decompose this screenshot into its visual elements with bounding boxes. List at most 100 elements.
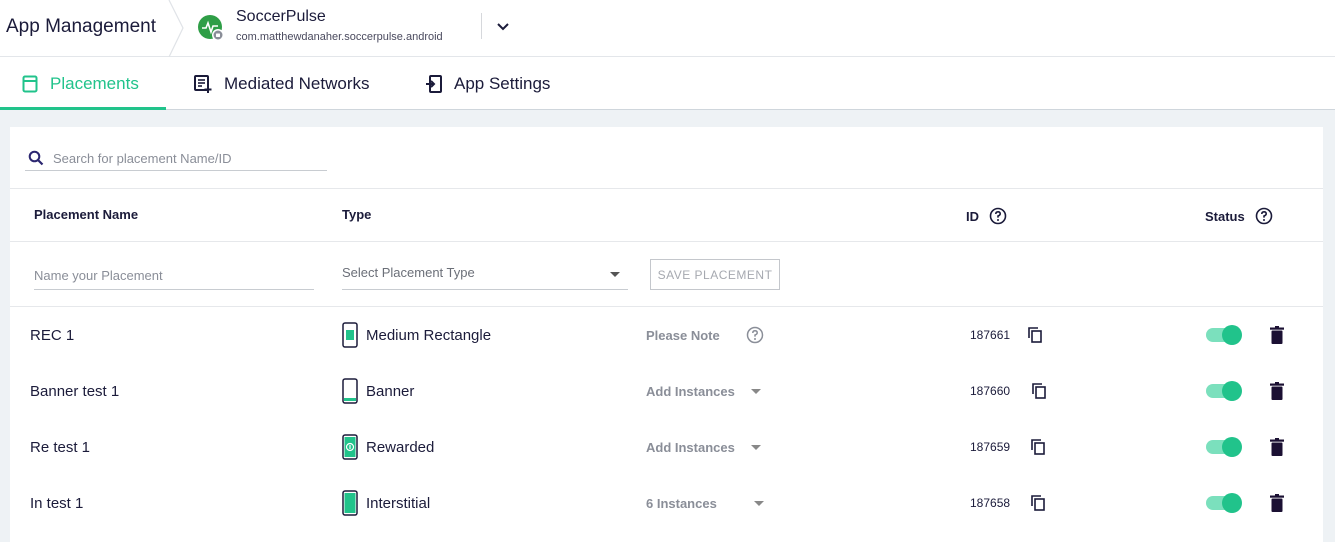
interstitial-icon	[342, 490, 358, 516]
placement-name[interactable]: Banner test 1	[30, 363, 119, 419]
rewarded-icon	[342, 434, 358, 460]
instances-note-label: Please Note	[646, 327, 720, 343]
tab-placements[interactable]: Placements	[22, 57, 139, 110]
trash-icon	[1270, 494, 1284, 512]
app-name: SoccerPulse	[236, 8, 326, 25]
breadcrumb-separator-icon	[168, 0, 184, 57]
tab-label: App Settings	[454, 73, 551, 93]
trash-icon	[1270, 382, 1284, 400]
medium-rectangle-icon	[342, 322, 358, 348]
toggle-knob	[1222, 493, 1242, 513]
help-icon[interactable]	[989, 207, 1007, 225]
copy-icon	[1031, 439, 1045, 455]
placement-type: Rewarded	[342, 419, 434, 475]
column-header-status-label: Status	[1205, 208, 1245, 224]
toggle-track	[1206, 325, 1242, 345]
top-bar: App Management SoccerPulse com.matthewda…	[0, 0, 1335, 57]
status-toggle[interactable]	[1206, 363, 1242, 419]
divider	[10, 241, 1323, 242]
delete-icon[interactable]	[1270, 307, 1284, 363]
placement-type-label: Banner	[366, 382, 415, 400]
active-tab-indicator	[0, 107, 166, 110]
column-header-id[interactable]: ID	[966, 207, 1007, 225]
dropdown-caret-icon	[750, 388, 761, 394]
placement-id: 187659	[970, 440, 1011, 454]
tab-label: Mediated Networks	[224, 73, 370, 93]
placement-id: 187658	[970, 496, 1011, 510]
placements-icon	[22, 75, 38, 92]
save-placement-button[interactable]: SAVE PLACEMENT	[650, 259, 780, 290]
toggle-knob	[1222, 381, 1242, 401]
tab-app-settings[interactable]: App Settings	[426, 57, 550, 110]
delete-icon[interactable]	[1270, 363, 1284, 419]
copy-icon	[1031, 495, 1045, 511]
copy-id-icon[interactable]	[1028, 307, 1042, 363]
divider	[10, 188, 1323, 189]
placement-name[interactable]: Re test 1	[30, 419, 90, 475]
placement-type-label: Medium Rectangle	[366, 326, 492, 344]
help-icon[interactable]	[1255, 207, 1273, 225]
tab-label: Placements	[50, 73, 139, 93]
status-toggle[interactable]	[1206, 307, 1242, 363]
banner-icon	[342, 378, 358, 404]
delete-icon[interactable]	[1270, 475, 1284, 531]
toggle-track	[1206, 493, 1242, 513]
placement-name[interactable]: REC 1	[30, 307, 74, 363]
placement-id: 187661	[970, 328, 1011, 342]
new-placement-name-field	[34, 262, 314, 290]
instances-dropdown[interactable]: Add Instances	[646, 419, 761, 475]
column-header-type[interactable]: Type	[342, 207, 371, 222]
placement-type: Medium Rectangle	[342, 307, 491, 363]
app-settings-icon	[426, 74, 442, 93]
status-toggle[interactable]	[1206, 419, 1242, 475]
copy-id-icon[interactable]	[1031, 419, 1045, 475]
search-box	[25, 145, 327, 171]
dropdown-caret-icon	[750, 444, 761, 450]
toggle-knob	[1222, 325, 1242, 345]
toggle-track	[1206, 437, 1242, 457]
search-input[interactable]	[53, 147, 323, 169]
placement-type: Interstitial	[342, 475, 430, 531]
status-toggle[interactable]	[1206, 475, 1242, 531]
help-icon[interactable]	[746, 326, 764, 344]
table-row: In test 1 Interstitial 6 Instances 18765…	[10, 475, 1323, 531]
instances-dropdown-label: 6 Instances	[646, 495, 717, 511]
instances-dropdown-label: Add Instances	[646, 383, 735, 399]
copy-icon	[1032, 383, 1046, 399]
table-row: Re test 1 Rewarded Add Instances 187659	[10, 419, 1323, 475]
placement-type-placeholder: Select Placement Type	[342, 265, 475, 280]
copy-id-icon[interactable]	[1031, 475, 1045, 531]
placement-type-select[interactable]: Select Placement Type	[342, 262, 628, 290]
copy-id-icon[interactable]	[1032, 363, 1046, 419]
mediated-networks-icon	[194, 74, 212, 93]
placement-name[interactable]: In test 1	[30, 475, 83, 531]
app-package: com.matthewdanaher.soccerpulse.android	[236, 31, 443, 43]
copy-icon	[1028, 327, 1042, 343]
app-logo-icon	[198, 15, 223, 40]
app-switcher-chevron-down-icon[interactable]	[492, 16, 514, 38]
placement-type-label: Rewarded	[366, 438, 435, 456]
placement-type: Banner	[342, 363, 414, 419]
placements-panel: Placement Name Type ID Status Select Pla…	[10, 127, 1323, 542]
placement-id: 187660	[970, 384, 1011, 398]
instances-dropdown[interactable]: 6 Instances	[646, 475, 764, 531]
column-header-id-label: ID	[966, 208, 979, 224]
column-header-status[interactable]: Status	[1205, 207, 1273, 225]
breadcrumb-app-management[interactable]: App Management	[6, 16, 156, 38]
instances-dropdown-label: Add Instances	[646, 439, 735, 455]
tab-mediated-networks[interactable]: Mediated Networks	[194, 57, 370, 110]
toggle-knob	[1222, 437, 1242, 457]
column-header-name[interactable]: Placement Name	[34, 207, 138, 222]
delete-icon[interactable]	[1270, 419, 1284, 475]
placement-type-label: Interstitial	[366, 494, 431, 512]
tab-bar: Placements Mediated Networks App Setting…	[0, 57, 1335, 110]
table-row: Banner test 1 Banner Add Instances 18766…	[10, 363, 1323, 419]
divider	[481, 13, 482, 39]
toggle-track	[1206, 381, 1242, 401]
instances-dropdown[interactable]: Add Instances	[646, 363, 761, 419]
placement-name-input[interactable]	[34, 262, 314, 288]
instances-note[interactable]: Please Note	[646, 307, 764, 363]
search-icon	[28, 150, 44, 166]
trash-icon	[1270, 438, 1284, 456]
dropdown-caret-icon	[753, 500, 764, 506]
